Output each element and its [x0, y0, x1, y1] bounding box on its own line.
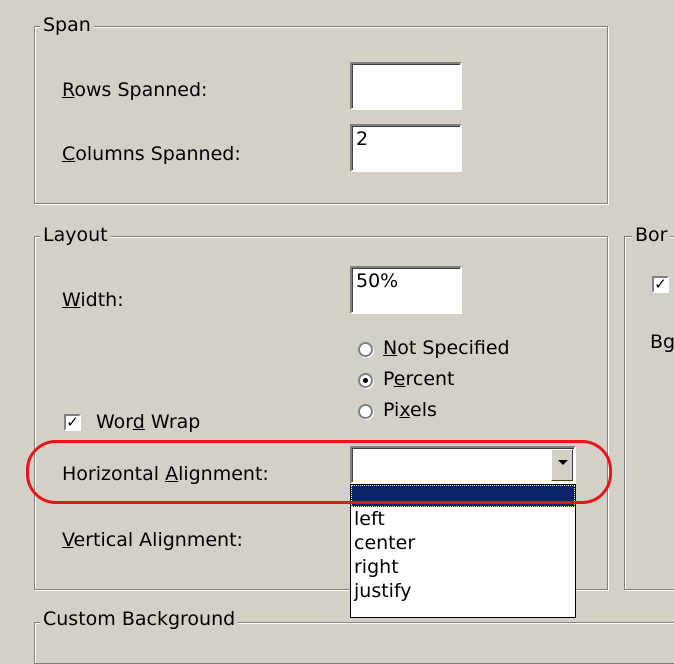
columns-spanned-label: Columns Spanned:: [62, 142, 241, 166]
vertical-alignment-label: Vertical Alignment:: [62, 528, 243, 552]
custom-background-legend: Custom Background: [40, 608, 239, 630]
percent-text: rcent: [405, 368, 455, 390]
valign-mnemonic: V: [62, 529, 74, 551]
rows-spanned-label: Rows Spanned:: [62, 78, 207, 102]
width-label: Width:: [62, 288, 124, 312]
option-left[interactable]: left: [351, 507, 575, 531]
radio-not-specified-label: Not Specified: [383, 336, 510, 360]
pixels-prefix: Pi: [383, 399, 400, 421]
radio-percent-dot: [363, 378, 368, 383]
check-mark-icon: ✓: [66, 413, 79, 431]
radio-percent[interactable]: [358, 373, 373, 388]
layout-legend: Layout: [40, 224, 111, 246]
percent-prefix: P: [383, 368, 394, 390]
option-right[interactable]: right: [351, 555, 575, 579]
borders-checkbox[interactable]: ✓: [652, 276, 669, 293]
horizontal-alignment-select[interactable]: [350, 446, 576, 484]
borders-legend: Bor: [632, 224, 671, 246]
horizontal-alignment-label: Horizontal Alignment:: [62, 462, 269, 486]
dropdown-arrow-button[interactable]: [551, 449, 573, 481]
word-wrap-prefix: Wor: [96, 411, 133, 433]
horizontal-alignment-options[interactable]: left center right justify: [350, 484, 576, 618]
halign-text: lignment:: [178, 463, 269, 485]
borders-label-partial: Bg: [650, 331, 674, 353]
span-group: [34, 26, 608, 204]
pixels-text: els: [410, 399, 437, 421]
word-wrap-text: Wrap: [144, 411, 201, 433]
columns-spanned-input[interactable]: 2: [350, 124, 462, 172]
pixels-mnemonic: x: [399, 399, 410, 421]
columns-spanned-text: olumns Spanned:: [75, 143, 241, 165]
not-mnemonic: N: [383, 337, 398, 359]
columns-mnemonic: C: [62, 143, 76, 165]
option-center[interactable]: center: [351, 531, 575, 555]
word-wrap-mnemonic: d: [132, 411, 145, 433]
check-mark-icon: ✓: [654, 275, 667, 293]
word-wrap-label: Word Wrap: [96, 410, 200, 434]
chevron-down-icon: [558, 460, 568, 465]
width-mnemonic: W: [62, 289, 81, 311]
radio-pixels-label: Pixels: [383, 398, 437, 422]
span-legend: Span: [40, 14, 94, 36]
radio-pixels[interactable]: [358, 404, 373, 419]
halign-prefix: Horizontal: [62, 463, 166, 485]
percent-mnemonic: e: [393, 368, 406, 390]
rows-spanned-text: ows Spanned:: [74, 79, 208, 101]
word-wrap-checkbox[interactable]: ✓: [64, 414, 81, 431]
option-justify[interactable]: justify: [351, 579, 575, 603]
width-input[interactable]: 50%: [350, 266, 462, 314]
halign-mnemonic: A: [165, 463, 179, 485]
radio-not-specified[interactable]: [358, 342, 373, 357]
option-empty[interactable]: [351, 485, 575, 507]
radio-percent-label: Percent: [383, 367, 455, 391]
rows-mnemonic: R: [62, 79, 75, 101]
valign-text: ertical Alignment:: [73, 529, 243, 551]
not-specified-text: ot Specified: [397, 337, 510, 359]
width-text: idth:: [80, 289, 124, 311]
rows-spanned-input[interactable]: [350, 62, 462, 110]
